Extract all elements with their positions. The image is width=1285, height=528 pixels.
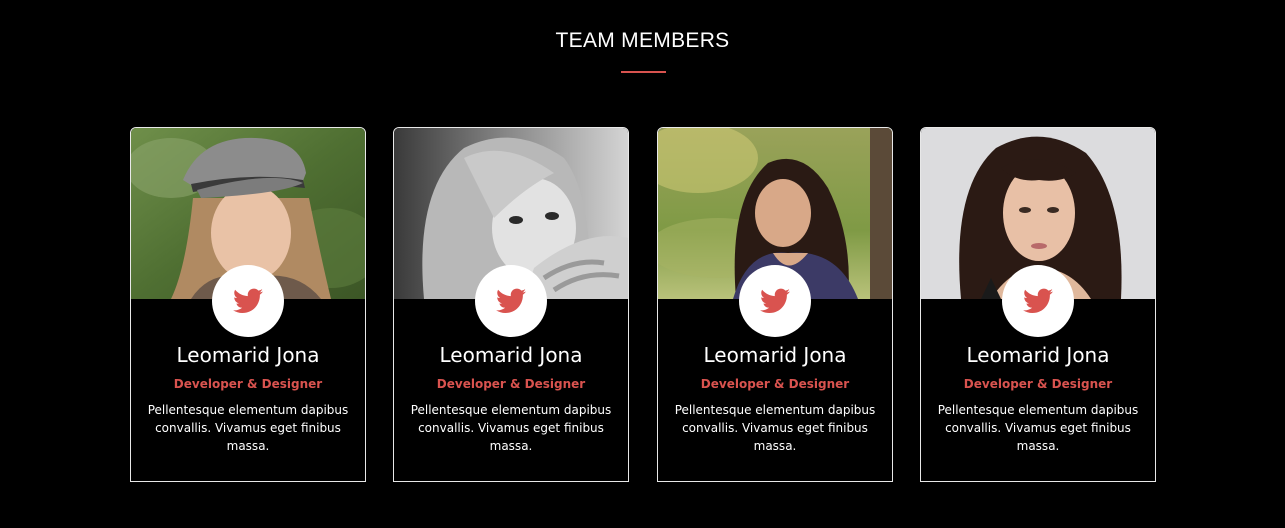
team-card: Leomarid Jona Developer & Designer Pelle… [657, 127, 893, 482]
twitter-icon [760, 288, 790, 313]
twitter-icon [233, 288, 263, 313]
title-divider [621, 71, 666, 73]
member-role: Developer & Designer [963, 377, 1113, 391]
team-card: Leomarid Jona Developer & Designer Pelle… [393, 127, 629, 482]
member-bio: Pellentesque elementum dapibus convallis… [147, 403, 349, 453]
section-title: TEAM MEMBERS [555, 29, 730, 52]
member-name: Leomarid Jona [703, 343, 847, 367]
member-role: Developer & Designer [700, 377, 850, 391]
twitter-button[interactable] [212, 265, 284, 337]
member-name: Leomarid Jona [439, 343, 583, 367]
member-bio: Pellentesque elementum dapibus convallis… [674, 403, 876, 453]
member-name: Leomarid Jona [966, 343, 1110, 367]
twitter-icon [496, 288, 526, 313]
twitter-button[interactable] [1002, 265, 1074, 337]
team-cards: Leomarid Jona Developer & Designer Pelle… [130, 127, 1156, 482]
member-role: Developer & Designer [173, 377, 323, 391]
team-card: Leomarid Jona Developer & Designer Pelle… [920, 127, 1156, 482]
member-name: Leomarid Jona [176, 343, 320, 367]
member-role: Developer & Designer [436, 377, 586, 391]
twitter-icon [1023, 288, 1053, 313]
member-bio: Pellentesque elementum dapibus convallis… [410, 403, 612, 453]
team-card: Leomarid Jona Developer & Designer Pelle… [130, 127, 366, 482]
twitter-button[interactable] [475, 265, 547, 337]
twitter-button[interactable] [739, 265, 811, 337]
member-bio: Pellentesque elementum dapibus convallis… [937, 403, 1139, 453]
